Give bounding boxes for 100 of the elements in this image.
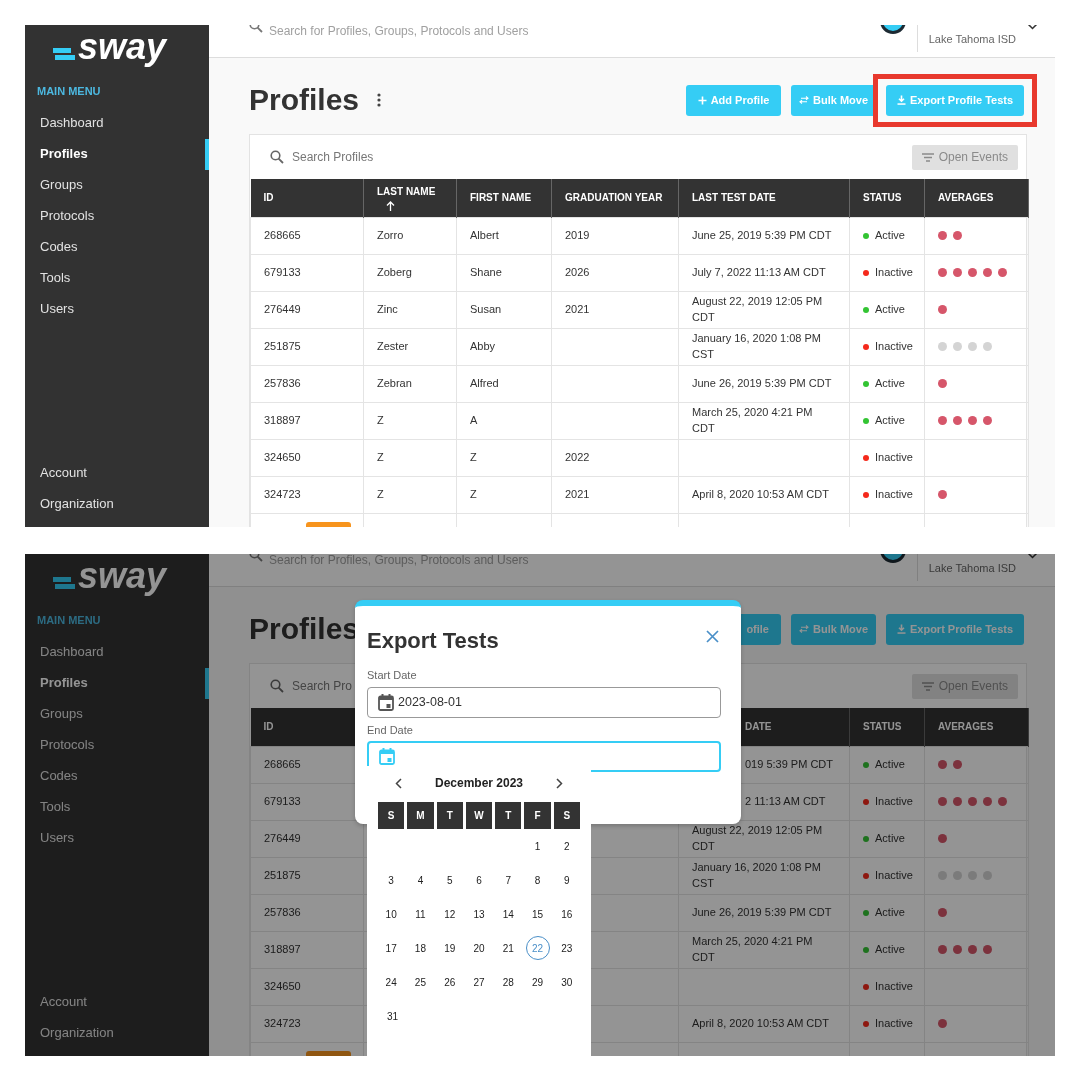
calendar-day[interactable]: 17 (379, 936, 404, 960)
calendar-day[interactable]: 9 (554, 868, 579, 892)
calendar-day[interactable]: 16 (554, 902, 579, 926)
sidebar-item[interactable]: Account (25, 986, 209, 1017)
calendar-day[interactable]: 14 (496, 902, 521, 926)
table-cell: June 25, 2019 5:39 PM CDT (678, 217, 850, 254)
table-cell: 251875 (250, 857, 364, 894)
status-label: Active (875, 412, 905, 428)
table-cell: January 16, 2020 1:08 PM CST (678, 857, 850, 894)
table-cell: Shane (456, 254, 552, 291)
column-header: LAST TEST DATE (678, 179, 850, 217)
calendar-day[interactable]: 23 (554, 936, 579, 960)
calendar-day[interactable]: 31 (380, 1004, 405, 1028)
sidebar-item[interactable]: Profiles (25, 138, 209, 170)
calendar-day[interactable]: 13 (467, 902, 491, 926)
status-label: Inactive (875, 338, 913, 354)
chevron-right-icon[interactable] (556, 777, 563, 789)
date-field[interactable]: 2023-08-01 (367, 686, 721, 718)
calendar-day[interactable]: 4 (408, 868, 433, 892)
calendar-day[interactable]: 18 (408, 936, 433, 960)
calendar-day[interactable]: 25 (408, 970, 433, 994)
search-field[interactable]: Search Profiles (292, 148, 374, 166)
calendar-day[interactable]: 6 (467, 868, 491, 892)
sidebar-item[interactable]: Account (25, 457, 209, 488)
table-cell: April 8, 2020 10:53 AM CDT (678, 476, 850, 513)
table-cell: Zorro (363, 217, 457, 254)
table-cell: Z (456, 476, 552, 513)
table-cell: 324723 (250, 476, 364, 513)
chevron-down-icon[interactable] (1027, 554, 1038, 559)
chevron-left-icon[interactable] (395, 777, 402, 789)
calendar-day[interactable]: 2 (554, 834, 579, 858)
table-cell: Zinc (363, 291, 457, 328)
column-header: LAST NAME (363, 179, 457, 217)
table-cell: Z (363, 476, 457, 513)
more-options-icon[interactable] (377, 93, 382, 107)
calendar-day[interactable]: 10 (379, 902, 404, 926)
sort-arrow-icon[interactable] (386, 200, 395, 211)
calendar-day[interactable]: 27 (467, 970, 491, 994)
calendar-day[interactable]: 28 (496, 970, 521, 994)
calendar-day[interactable]: 20 (467, 936, 491, 960)
logo-bars-icon (53, 576, 75, 590)
status-label: Inactive (875, 978, 913, 994)
column-header: ID (250, 179, 364, 217)
column-header: STATUS (849, 179, 925, 217)
close-icon[interactable] (706, 630, 719, 643)
sidebar-item[interactable]: Dashboard (25, 107, 209, 139)
table-cell: 2021 (551, 291, 679, 328)
sidebar-item[interactable]: Codes (25, 231, 209, 263)
sidebar-item[interactable]: Organization (25, 488, 209, 519)
status-label: Active (875, 756, 905, 772)
column-header: GRADUATION YEAR (551, 179, 679, 217)
calendar-day[interactable]: 1 (525, 834, 550, 858)
table-cell: Albert (456, 217, 552, 254)
sidebar-item[interactable]: Protocols (25, 200, 209, 232)
calendar-day[interactable]: 7 (496, 868, 521, 892)
weekday-header: S (553, 802, 580, 829)
field-label: End Date (367, 722, 414, 738)
sidebar-item[interactable]: Tools (25, 262, 209, 294)
table-cell: 679133 (250, 254, 364, 291)
calendar-day[interactable]: 8 (525, 868, 550, 892)
table-cell: Zoberg (363, 254, 457, 291)
sidebar-item[interactable]: Protocols (25, 729, 209, 761)
table-cell: August 22, 2019 12:05 PM CDT (678, 291, 850, 328)
column-header: STATUS (849, 708, 925, 746)
calendar-day[interactable]: 19 (437, 936, 462, 960)
table-cell: January 16, 2020 1:08 PM CST (678, 328, 850, 365)
sidebar-item[interactable]: Tools (25, 791, 209, 823)
status-label: Active (875, 227, 905, 243)
calendar-day[interactable]: 29 (525, 970, 550, 994)
organization-name: Lake Tahoma ISD (928, 32, 1016, 47)
sidebar-item[interactable]: Organization (25, 1017, 209, 1048)
search-icon (270, 679, 284, 693)
table-cell: July 7, 2022 11:13 AM CDT (678, 254, 850, 291)
filter-icon (921, 152, 934, 162)
chevron-down-icon[interactable] (1027, 25, 1038, 30)
calendar-day[interactable]: 26 (437, 970, 462, 994)
status-label: Inactive (875, 264, 913, 280)
calendar-day[interactable]: 21 (496, 936, 521, 960)
calendar-day[interactable]: 30 (554, 970, 579, 994)
sidebar-item[interactable]: Groups (25, 169, 209, 201)
sidebar-item[interactable]: Codes (25, 760, 209, 792)
sidebar-item[interactable]: Users (25, 822, 209, 854)
status-label: Inactive (875, 793, 913, 809)
sidebar-item[interactable]: Users (25, 293, 209, 325)
calendar-day[interactable]: 24 (379, 970, 404, 994)
sidebar-item[interactable]: Profiles (25, 667, 209, 699)
sidebar-item[interactable]: Groups (25, 698, 209, 730)
table-cell: Z (456, 439, 552, 476)
weekday-header: S (378, 802, 405, 829)
logo-bars-icon (53, 47, 75, 61)
calendar-day[interactable]: 12 (437, 902, 462, 926)
sidebar-item[interactable]: Dashboard (25, 636, 209, 668)
table-cell: March 25, 2020 4:21 PM CDT (678, 931, 850, 968)
calendar-day[interactable]: 15 (525, 902, 550, 926)
calendar-day[interactable]: 11 (408, 902, 433, 926)
calendar-day[interactable]: 3 (379, 868, 404, 892)
calendar-day[interactable]: 5 (437, 868, 462, 892)
logo-text: sway (78, 25, 167, 69)
table-cell: 2019 (551, 217, 679, 254)
download-icon (896, 95, 906, 105)
